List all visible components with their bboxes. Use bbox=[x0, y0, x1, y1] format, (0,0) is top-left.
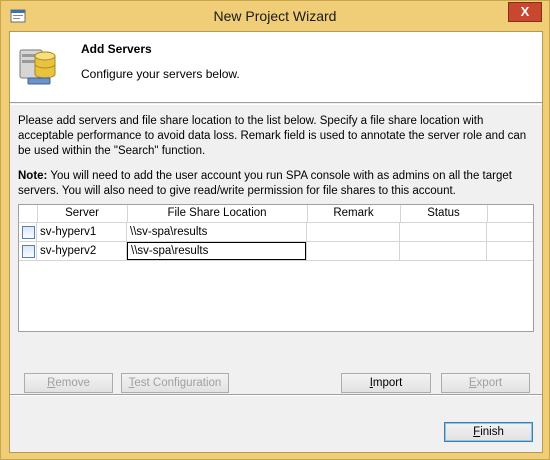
finish-button[interactable]: Finish bbox=[444, 422, 533, 442]
column-header-remark[interactable]: Remark bbox=[307, 205, 401, 222]
table-header: Server File Share Location Remark Status bbox=[19, 205, 533, 223]
wizard-window: New Project Wizard X Add Servers Configu… bbox=[0, 0, 550, 460]
header-divider bbox=[10, 104, 542, 105]
export-button[interactable]: Export bbox=[441, 373, 530, 393]
cell-remark[interactable] bbox=[307, 223, 400, 241]
close-button[interactable]: X bbox=[508, 2, 542, 22]
title-bar[interactable]: New Project Wizard X bbox=[1, 1, 549, 30]
cell-status bbox=[400, 223, 487, 241]
row-checkbox[interactable] bbox=[22, 226, 35, 239]
cell-share-editing[interactable]: \\sv-spa\results bbox=[127, 242, 307, 260]
note-label: Note: bbox=[18, 170, 48, 182]
cell-remark[interactable] bbox=[307, 242, 400, 260]
header-checkbox-col bbox=[19, 205, 38, 222]
description-text: Please add servers and file share locati… bbox=[18, 115, 527, 157]
test-configuration-button[interactable]: Test Configuration bbox=[121, 373, 229, 393]
page-title: Add Servers bbox=[81, 42, 152, 56]
wizard-client-area: Add Servers Configure your servers below… bbox=[9, 31, 543, 453]
cell-server[interactable]: sv-hyperv1 bbox=[37, 223, 127, 241]
cell-status bbox=[400, 242, 487, 260]
wizard-header: Add Servers Configure your servers below… bbox=[10, 32, 542, 103]
column-header-share[interactable]: File Share Location bbox=[127, 205, 308, 222]
note-text: Note: You will need to add the user acco… bbox=[18, 169, 538, 199]
page-subtitle: Configure your servers below. bbox=[81, 67, 240, 81]
close-icon: X bbox=[520, 4, 530, 19]
servers-icon bbox=[19, 49, 56, 85]
row-checkbox-cell bbox=[19, 242, 37, 260]
cell-filler bbox=[487, 242, 533, 260]
remove-button[interactable]: Remove bbox=[24, 373, 113, 393]
import-button[interactable]: Import bbox=[341, 373, 431, 393]
table-row[interactable]: sv-hyperv1 \\sv-spa\results bbox=[19, 223, 533, 242]
table-row[interactable]: sv-hyperv2 \\sv-spa\results bbox=[19, 242, 533, 261]
cell-share[interactable]: \\sv-spa\results bbox=[127, 223, 307, 241]
share-edit-input[interactable]: \\sv-spa\results bbox=[127, 242, 306, 260]
servers-table: Server File Share Location Remark Status… bbox=[18, 204, 534, 332]
column-header-server[interactable]: Server bbox=[37, 205, 128, 222]
column-header-status[interactable]: Status bbox=[400, 205, 488, 222]
footer-divider bbox=[10, 394, 542, 396]
row-checkbox[interactable] bbox=[22, 245, 35, 258]
note-body: You will need to add the user account yo… bbox=[18, 170, 512, 197]
row-checkbox-cell bbox=[19, 223, 37, 241]
cell-filler bbox=[487, 223, 533, 241]
cell-server[interactable]: sv-hyperv2 bbox=[37, 242, 127, 260]
window-title: New Project Wizard bbox=[213, 8, 337, 24]
column-header-filler bbox=[487, 205, 533, 222]
